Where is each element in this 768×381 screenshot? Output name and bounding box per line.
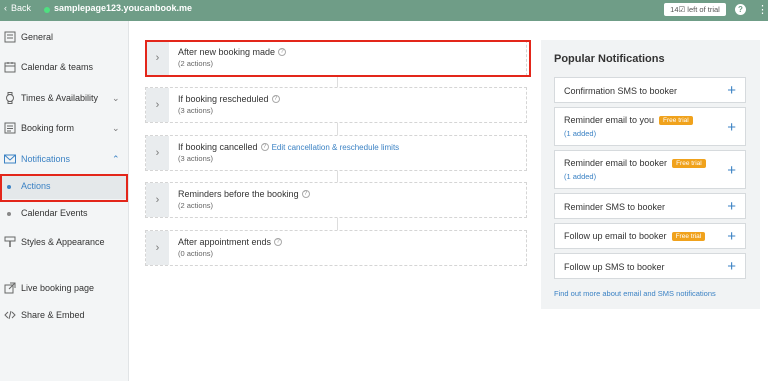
- card-actions-count: (0 actions): [178, 249, 214, 258]
- sidebar-item-label: Booking form: [21, 123, 75, 133]
- form-icon: [4, 122, 16, 134]
- popular-item-confirmation-sms[interactable]: Confirmation SMS to booker +: [554, 77, 746, 103]
- chevron-right-icon[interactable]: ›: [146, 183, 169, 217]
- sidebar-item-styles-appearance[interactable]: Styles & Appearance: [0, 231, 129, 253]
- sidebar-item-label: General: [21, 32, 54, 42]
- sidebar-item-label: Times & Availability: [21, 93, 99, 103]
- added-count-link[interactable]: (1 added): [564, 129, 596, 138]
- sidebar-item-notifications[interactable]: Notifications ⌃: [0, 148, 129, 170]
- popular-item-label: Reminder email to booker: [564, 158, 668, 168]
- sidebar-item-label: Calendar Events: [21, 208, 88, 218]
- popular-item-reminder-sms[interactable]: Reminder SMS to booker +: [554, 193, 746, 219]
- add-icon[interactable]: +: [727, 199, 736, 214]
- site-url[interactable]: samplepage123.youcanbook.me: [54, 3, 192, 13]
- free-trial-badge: Free trial: [671, 231, 706, 241]
- trigger-card-cancelled[interactable]: › If booking cancelled? Edit cancellation…: [145, 135, 527, 171]
- sidebar-item-calendar-teams[interactable]: Calendar & teams: [0, 56, 129, 78]
- sidebar-item-booking-form[interactable]: Booking form ⌄: [0, 117, 129, 139]
- chevron-down-icon[interactable]: ⌄: [112, 123, 120, 134]
- panel-title: Popular Notifications: [554, 53, 665, 65]
- sidebar-subitem-calendar-events[interactable]: Calendar Events: [0, 202, 129, 226]
- popular-notifications-panel: Popular Notifications Confirmation SMS t…: [541, 40, 760, 309]
- popular-item-label: Reminder email to you: [564, 115, 655, 125]
- sidebar-item-times-availability[interactable]: Times & Availability ⌄: [0, 87, 129, 109]
- calendar-icon: [4, 62, 16, 73]
- find-out-more-link[interactable]: Find out more about email and SMS notifi…: [554, 289, 716, 298]
- sidebar-item-share-embed[interactable]: Share & Embed: [0, 304, 129, 326]
- card-title: After appointment ends: [178, 237, 272, 247]
- popular-item-follow-up-sms[interactable]: Follow up SMS to booker +: [554, 253, 746, 279]
- popular-item-reminder-email-booker[interactable]: Reminder email to booker Free trial (1 ad…: [554, 150, 746, 189]
- card-title: If booking rescheduled: [178, 94, 269, 104]
- popular-item-label: Follow up email to booker: [564, 231, 667, 241]
- popular-item-label: Follow up SMS to booker: [564, 262, 665, 272]
- help-icon[interactable]: ?: [301, 190, 310, 198]
- popular-item-reminder-email-you[interactable]: Reminder email to you Free trial (1 added…: [554, 107, 746, 146]
- trigger-card-after-appointment[interactable]: › After appointment ends? (0 actions): [145, 230, 527, 266]
- highlight-box-new-booking: [145, 40, 531, 77]
- bullet-icon: [7, 212, 11, 216]
- code-icon: [4, 310, 16, 320]
- free-trial-badge: Free trial: [659, 115, 693, 125]
- brush-icon: [4, 236, 16, 247]
- general-icon: [4, 31, 16, 43]
- card-actions-count: (2 actions): [178, 201, 214, 210]
- help-icon[interactable]: ?: [274, 238, 283, 246]
- card-actions-count: (3 actions): [178, 106, 214, 115]
- sidebar-item-label: Live booking page: [21, 283, 95, 293]
- edit-cancellation-link[interactable]: Edit cancellation & reschedule limits: [272, 143, 400, 152]
- sidebar-item-live-booking-page[interactable]: Live booking page: [0, 277, 129, 299]
- trigger-card-rescheduled[interactable]: › If booking rescheduled? (3 actions): [145, 87, 527, 123]
- chevron-left-icon: ‹: [4, 3, 7, 13]
- trial-badge[interactable]: 14☑ left of trial: [664, 3, 726, 16]
- sidebar-item-label: Styles & Appearance: [21, 237, 105, 247]
- add-icon[interactable]: +: [727, 229, 736, 244]
- card-title: If booking cancelled: [178, 142, 258, 152]
- mail-icon: [4, 154, 16, 164]
- top-bar: ‹ Back samplepage123.youcanbook.me 14☑ l…: [0, 0, 768, 21]
- card-actions-count: (3 actions): [178, 154, 214, 163]
- add-icon[interactable]: +: [727, 83, 736, 98]
- chevron-right-icon[interactable]: ›: [146, 231, 169, 265]
- chevron-down-icon[interactable]: ⌄: [112, 93, 120, 104]
- sidebar-item-label: Share & Embed: [21, 310, 85, 320]
- sidebar-item-general[interactable]: General: [0, 26, 129, 48]
- back-label: Back: [11, 3, 32, 13]
- popular-item-label: Confirmation SMS to booker: [564, 86, 678, 96]
- free-trial-badge: Free trial: [672, 158, 706, 168]
- sidebar-item-label: Notifications: [21, 154, 71, 164]
- highlight-box-actions: [0, 174, 128, 202]
- back-button[interactable]: ‹ Back: [4, 3, 31, 13]
- watch-icon: [6, 92, 14, 104]
- popular-item-follow-up-email[interactable]: Follow up email to booker Free trial +: [554, 223, 746, 249]
- chevron-right-icon[interactable]: ›: [146, 136, 169, 170]
- add-icon[interactable]: +: [727, 163, 736, 178]
- external-link-icon: [4, 282, 16, 294]
- help-icon[interactable]: ?: [271, 95, 280, 103]
- status-dot-icon: [44, 7, 50, 13]
- added-count-link[interactable]: (1 added): [564, 172, 596, 181]
- menu-icon[interactable]: ⋮: [757, 3, 768, 16]
- chevron-up-icon[interactable]: ⌃: [112, 154, 120, 165]
- popular-item-label: Reminder SMS to booker: [564, 202, 666, 212]
- help-icon[interactable]: ?: [735, 4, 746, 15]
- trigger-card-reminders[interactable]: › Reminders before the booking? (2 actio…: [145, 182, 527, 218]
- chevron-right-icon[interactable]: ›: [146, 88, 169, 122]
- card-title: Reminders before the booking: [178, 189, 299, 199]
- add-icon[interactable]: +: [727, 259, 736, 274]
- add-icon[interactable]: +: [727, 120, 736, 135]
- help-icon[interactable]: ?: [260, 143, 269, 151]
- main-content: › After new booking made? (2 actions) › …: [129, 21, 768, 381]
- sidebar-item-label: Calendar & teams: [21, 62, 94, 72]
